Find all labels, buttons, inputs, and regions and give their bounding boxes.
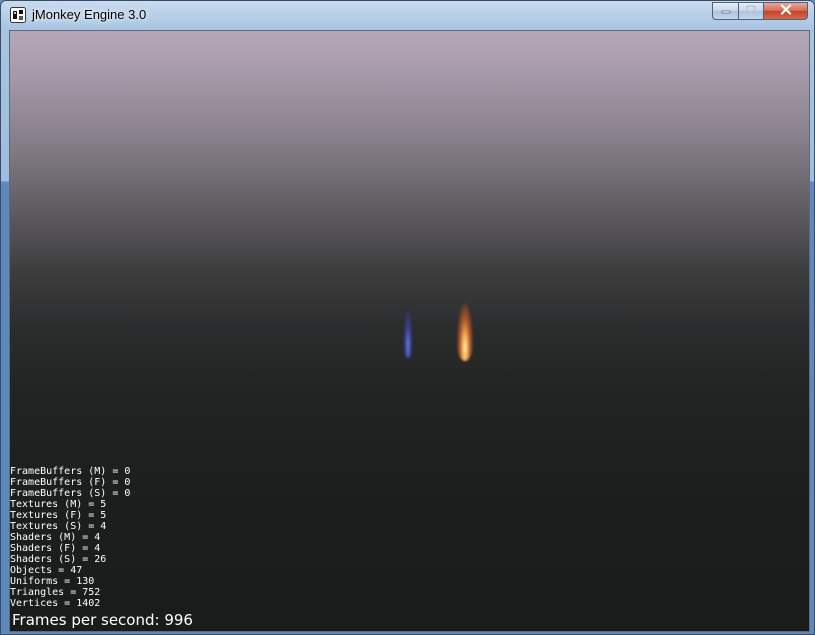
orange-flame [457,303,473,361]
app-window: jMonkey Engine 3.0 FrameBuffers (M) = 0 … [0,0,815,635]
minimize-icon [721,2,731,20]
stat-line: Textures (F) = 5 [10,510,107,521]
maximize-button[interactable] [738,2,764,20]
stats-overlay: FrameBuffers (M) = 0 FrameBuffers (F) = … [10,466,130,609]
close-icon [780,2,792,20]
stat-line: Triangles = 752 [10,587,101,598]
stat-line: Shaders (F) = 4 [10,543,101,554]
blue-flame [403,306,413,358]
stat-line: Shaders (S) = 26 [10,554,107,565]
stat-line: Objects = 47 [10,565,83,576]
close-button[interactable] [764,2,808,20]
stat-line: FrameBuffers (F) = 0 [10,477,131,488]
stat-line: Vertices = 1402 [10,598,101,609]
window-title: jMonkey Engine 3.0 [32,7,147,22]
stat-line: FrameBuffers (S) = 0 [10,488,131,499]
stat-line: FrameBuffers (M) = 0 [10,466,131,477]
stat-line: Uniforms = 130 [10,576,95,587]
render-viewport[interactable]: FrameBuffers (M) = 0 FrameBuffers (F) = … [9,30,810,632]
jmonkey-logo-icon[interactable] [10,7,26,23]
stat-line: Textures (M) = 5 [10,499,107,510]
fps-counter: Frames per second: 996 [12,611,193,629]
stat-line: Shaders (M) = 4 [10,532,101,543]
maximize-icon [746,2,756,20]
stat-line: Textures (S) = 4 [10,521,107,532]
caption-buttons [712,2,808,21]
title-bar[interactable]: jMonkey Engine 3.0 [1,1,814,29]
minimize-button[interactable] [712,2,738,20]
